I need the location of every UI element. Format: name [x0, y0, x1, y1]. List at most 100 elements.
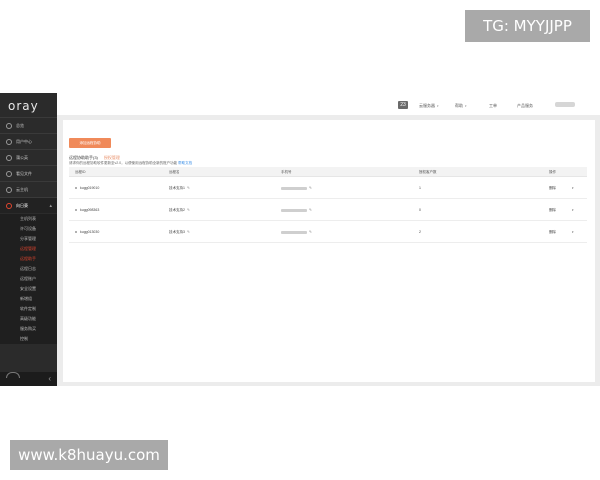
row-phone-cell: ✎ — [281, 221, 312, 243]
row-id: kugg098363 — [80, 208, 100, 212]
caret-down-icon[interactable]: ▾ — [572, 230, 574, 234]
sidebar: oray 总览 用户中心 蒲公英 看见文件 云主机 向日葵 ▴ 主机列表 许可设… — [0, 93, 57, 386]
oray-logo: oray — [8, 99, 39, 113]
network-icon — [6, 154, 12, 161]
sidebar-subitem-advanced[interactable]: 高级功能 — [0, 314, 57, 324]
tg-watermark: TG: MYYJJPP — [465, 10, 590, 42]
sidebar-subitem-licensed-devices[interactable]: 许可设备 — [0, 224, 57, 234]
row-id-cell: kugg019010 — [75, 177, 99, 199]
row-action[interactable]: 删除 ▾ — [549, 177, 574, 199]
menu-label: 云服务器 — [419, 103, 435, 108]
sidebar-subitem-security[interactable]: 安全设置 — [0, 284, 57, 294]
app-window: oray 总览 用户中心 蒲公英 看见文件 云主机 向日葵 ▴ 主机列表 许可设… — [0, 93, 600, 386]
chevron-up-icon: ▴ — [49, 202, 52, 209]
caret-down-icon[interactable]: ▾ — [572, 186, 574, 190]
row-count: 0 — [419, 208, 421, 212]
top-bar: 23 云服务器 ▾ 帮助 ▾ 工单 产品服务 — [57, 93, 600, 115]
sidebar-item-user-center[interactable]: 用户中心 — [0, 133, 57, 149]
column-header-name: 远程名 — [169, 170, 180, 174]
user-icon — [6, 138, 12, 145]
menu-products[interactable]: 产品服务 — [517, 103, 533, 109]
row-count: 2 — [419, 230, 421, 234]
screenshot-stage: TG: MYYJJPP oray 总览 用户中心 蒲公英 看见文件 云主机 向日… — [0, 0, 600, 480]
row-id: kugg019010 — [80, 186, 100, 190]
assistants-table: 远程ID 远程名 手机号 授权客户数 操作 kugg019010 技术支持1 ✎ … — [69, 167, 587, 243]
sidebar-subitem-purchase[interactable]: 服务购买 — [0, 324, 57, 334]
column-header-phone: 手机号 — [281, 170, 292, 174]
overview-icon — [6, 122, 12, 129]
file-icon — [6, 170, 12, 177]
sidebar-item-label: 云主机 — [16, 186, 28, 192]
content-card: 添加远程协助 远程协助助手(3) 授权管理 请求你的远程协助软件更新至v2.0，… — [63, 120, 595, 382]
menu-label: 产品服务 — [517, 103, 533, 108]
delete-action[interactable]: 删除 — [549, 186, 556, 190]
caret-down-icon[interactable]: ▾ — [572, 208, 574, 212]
edit-pencil-icon[interactable]: ✎ — [187, 186, 190, 190]
sidebar-subitem-host-list[interactable]: 主机列表 — [0, 214, 57, 224]
row-name-cell: 技术支持1 ✎ — [169, 177, 190, 199]
row-name: 技术支持3 — [169, 230, 185, 234]
sidebar-subitem-remote-account[interactable]: 远程账户 — [0, 274, 57, 284]
row-id-cell: kugg013030 — [75, 221, 99, 243]
collapse-chevron-icon[interactable]: ‹ — [48, 374, 51, 383]
column-header-action: 操作 — [549, 170, 556, 174]
status-dot-icon — [75, 231, 77, 234]
row-action[interactable]: 删除 ▾ — [549, 221, 574, 243]
table-row: kugg019010 技术支持1 ✎ ✎ 1 删除 ▾ — [69, 177, 587, 199]
menu-cloud-server[interactable]: 云服务器 ▾ — [419, 103, 439, 109]
delete-action[interactable]: 删除 — [549, 208, 556, 212]
row-name-cell: 技术支持3 ✎ — [169, 221, 190, 243]
row-action[interactable]: 删除 ▾ — [549, 199, 574, 221]
row-name: 技术支持2 — [169, 208, 185, 212]
menu-label: 工单 — [489, 103, 497, 108]
sidebar-item-label: 总览 — [16, 122, 24, 128]
notification-badge[interactable]: 23 — [398, 101, 408, 109]
sidebar-item-overview[interactable]: 总览 — [0, 117, 57, 133]
add-remote-assist-button[interactable]: 添加远程协助 — [69, 138, 111, 148]
sidebar-item-pgy[interactable]: 蒲公英 — [0, 149, 57, 165]
sidebar-subitem-custom-software[interactable]: 软件定制 — [0, 304, 57, 314]
row-id: kugg013030 — [80, 230, 100, 234]
masked-phone — [281, 230, 307, 234]
sidebar-item-label: 向日葵 — [16, 202, 28, 208]
sidebar-subitem-remote-assist[interactable]: 远程助手 — [0, 254, 57, 264]
sidebar-item-label: 蒲公英 — [16, 154, 28, 160]
row-phone-cell: ✎ — [281, 177, 312, 199]
edit-pencil-icon[interactable]: ✎ — [309, 186, 312, 190]
menu-help[interactable]: 帮助 ▾ — [455, 103, 467, 109]
menu-label: 帮助 — [455, 103, 463, 108]
column-header-count: 授权客户数 — [419, 170, 437, 174]
sidebar-subitem-share[interactable]: 分享管理 — [0, 234, 57, 244]
edit-pencil-icon[interactable]: ✎ — [309, 230, 312, 234]
edit-pencil-icon[interactable]: ✎ — [309, 208, 312, 212]
sidebar-subitem-control[interactable]: 控制 — [0, 334, 57, 344]
sidebar-item-label: 看见文件 — [16, 170, 32, 176]
sidebar-item-label: 用户中心 — [16, 138, 32, 144]
row-name-cell: 技术支持2 ✎ — [169, 199, 190, 221]
row-count: 1 — [419, 186, 421, 190]
sidebar-item-cloud-host[interactable]: 云主机 — [0, 181, 57, 197]
menu-ticket[interactable]: 工单 — [489, 103, 497, 109]
sidebar-item-sunlogin[interactable]: 向日葵 ▴ — [0, 197, 57, 213]
edit-pencil-icon[interactable]: ✎ — [187, 208, 190, 212]
row-name: 技术支持1 — [169, 186, 185, 190]
user-avatar-icon[interactable] — [6, 372, 20, 378]
delete-action[interactable]: 删除 — [549, 230, 556, 234]
sidebar-subitem-new-group[interactable]: 新增组 — [0, 294, 57, 304]
site-watermark: www.k8huayu.com — [10, 440, 168, 470]
table-row: kugg013030 技术支持3 ✎ ✎ 2 删除 ▾ — [69, 221, 587, 243]
status-dot-icon — [75, 209, 77, 212]
notice-text: 请求你的远程协助软件更新至v2.0，以便使用远程协助全新的账户功能 — [69, 161, 178, 165]
sidebar-subitem-remote-log[interactable]: 远程日志 — [0, 264, 57, 274]
masked-phone — [281, 186, 307, 190]
caret-down-icon: ▾ — [465, 104, 467, 108]
edit-pencil-icon[interactable]: ✎ — [187, 230, 190, 234]
row-id-cell: kugg098363 — [75, 199, 99, 221]
caret-down-icon: ▾ — [437, 104, 439, 108]
help-doc-link[interactable]: 帮助文档 — [178, 161, 192, 165]
sidebar-item-files[interactable]: 看见文件 — [0, 165, 57, 181]
status-dot-icon — [75, 187, 77, 190]
row-phone-cell: ✎ — [281, 199, 312, 221]
user-account-menu[interactable] — [555, 102, 575, 107]
sidebar-subitem-remote-manage[interactable]: 远程管理 — [0, 244, 57, 254]
